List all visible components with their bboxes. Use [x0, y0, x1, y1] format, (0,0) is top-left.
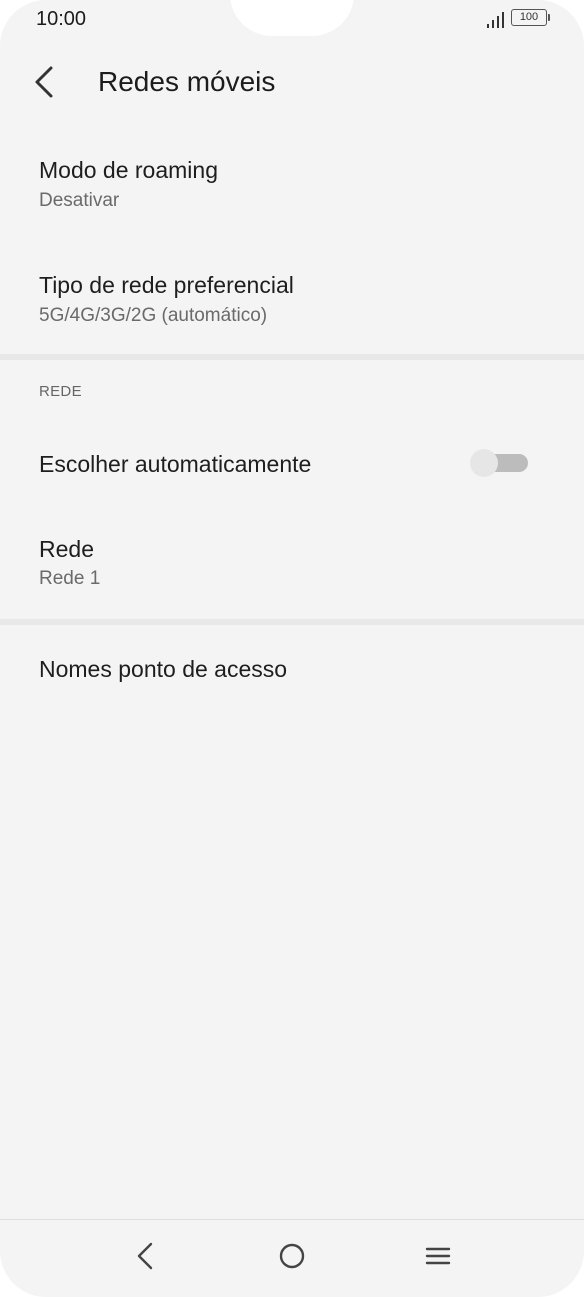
battery-tip — [548, 14, 550, 21]
network-value: Rede 1 — [39, 568, 101, 589]
nav-back-icon[interactable] — [126, 1236, 166, 1276]
preferred-network-type-value: 5G/4G/3G/2G (automático) — [39, 305, 268, 326]
section-divider — [0, 354, 584, 360]
app-bar: Redes móveis — [0, 52, 584, 112]
battery-icon: 100 — [511, 9, 547, 26]
access-point-names-title: Nomes ponto de acesso — [39, 656, 288, 682]
roaming-mode-value: Desativar — [39, 190, 120, 211]
roaming-mode-title: Modo de roaming — [39, 157, 218, 183]
nav-menu-icon[interactable] — [418, 1236, 458, 1276]
navigation-bar — [0, 1219, 584, 1297]
roaming-mode-item[interactable]: Modo de roaming Desativar — [0, 140, 584, 240]
auto-select-toggle[interactable] — [470, 449, 530, 477]
network-item[interactable]: Rede Rede 1 — [0, 520, 584, 610]
section-header-network: REDE — [39, 383, 82, 400]
network-title: Rede — [39, 536, 94, 562]
preferred-network-type-title: Tipo de rede preferencial — [39, 272, 294, 298]
auto-select-title: Escolher automaticamente — [39, 451, 312, 477]
page-title: Redes móveis — [98, 66, 276, 97]
nav-home-icon[interactable] — [272, 1236, 312, 1276]
access-point-names-item[interactable]: Nomes ponto de acesso — [0, 640, 584, 704]
status-time: 10:00 — [36, 8, 87, 30]
toggle-thumb — [470, 449, 498, 477]
back-arrow-icon[interactable] — [30, 64, 62, 100]
signal-bars-icon — [487, 12, 505, 28]
preferred-network-type-item[interactable]: Tipo de rede preferencial 5G/4G/3G/2G (a… — [0, 255, 584, 355]
screen: 10:00 100 Redes móveis Modo de roaming D… — [0, 0, 584, 1297]
section-divider — [0, 619, 584, 625]
status-bar: 10:00 100 — [0, 0, 584, 40]
